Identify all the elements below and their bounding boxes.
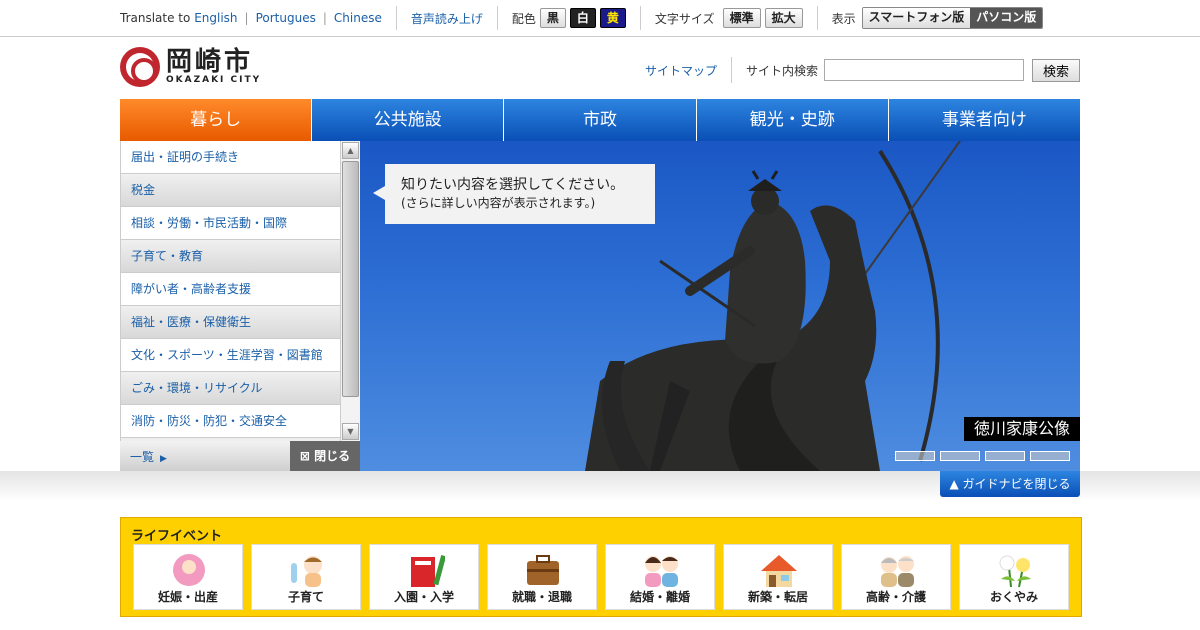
couple-icon: [645, 556, 678, 587]
guide-nav-close-button[interactable]: ▲ ガイドナビを閉じる: [940, 471, 1080, 497]
guide-balloon: 知りたい内容を選択してください。 (さらに詳しい内容が表示されます。): [373, 164, 655, 224]
utility-bar: Translate to English | Portugues | Chine…: [0, 0, 1200, 37]
font-large-button[interactable]: 拡大: [764, 8, 803, 28]
category-item[interactable]: 障がい者・高齢者支援: [121, 273, 340, 306]
slide-dot[interactable]: [985, 451, 1025, 461]
color-label: 配色: [511, 11, 536, 26]
category-item[interactable]: ごみ・環境・リサイクル: [121, 372, 340, 405]
category-item[interactable]: 消防・防災・防犯・交通安全: [121, 405, 340, 438]
nav-business[interactable]: 事業者向け: [888, 99, 1081, 141]
category-item[interactable]: 子育て・教育: [121, 240, 340, 273]
life-event-label: おくやみ: [989, 590, 1038, 604]
site-logo[interactable]: 岡崎市 OKAZAKI CITY: [120, 47, 261, 87]
category-item[interactable]: 福祉・医療・保健衛生: [121, 306, 340, 339]
slide-dot[interactable]: [940, 451, 980, 461]
briefcase-icon: [527, 555, 559, 585]
color-yellow-button[interactable]: 黄: [599, 8, 626, 28]
play-icon: ▶: [160, 454, 167, 464]
logo-en: OKAZAKI CITY: [166, 75, 262, 85]
display-label: 表示: [831, 11, 856, 26]
nav-city-government[interactable]: 市政: [504, 99, 697, 141]
life-event-1[interactable]: 妊娠・出産: [133, 544, 243, 610]
translate-portugues-link[interactable]: Portugues: [256, 11, 316, 25]
slide-indicators: [895, 451, 1070, 461]
life-events-title: ライフイベント: [131, 529, 223, 544]
life-event-2[interactable]: 子育て: [251, 544, 361, 610]
slide-dot[interactable]: [1030, 451, 1070, 461]
nav-living[interactable]: 暮らし: [120, 99, 313, 141]
translate-links: Translate to English | Portugues | Chine…: [120, 11, 382, 25]
life-event-8[interactable]: おくやみ: [959, 544, 1069, 610]
balloon-text-2: (さらに詳しい内容が表示されます。): [401, 196, 596, 210]
search-label: サイト内検索: [745, 63, 818, 78]
life-event-cards: 妊娠・出産 子育て 入園・入学 就職・退職 結婚・離婚 新築・転居 高齢・介護 おくやみ: [133, 544, 1069, 610]
life-event-label: 高齢・介護: [865, 590, 926, 604]
font-size-label: 文字サイズ: [654, 11, 715, 26]
display-toggle: スマートフォン版 パソコン版: [861, 7, 1044, 29]
life-event-label: 就職・退職: [511, 590, 572, 604]
translate-prefix: Translate to: [120, 11, 191, 25]
scroll-thumb[interactable]: [342, 161, 359, 397]
category-item[interactable]: 税金: [121, 174, 340, 207]
search-input[interactable]: [823, 59, 1024, 81]
city-seal-icon: [120, 47, 160, 87]
all-list-link[interactable]: 一覧 ▶: [130, 448, 167, 465]
color-black-button[interactable]: 黒: [539, 8, 566, 28]
life-event-label: 妊娠・出産: [157, 590, 218, 604]
close-panel-button[interactable]: ⊠ 閉じる: [290, 441, 360, 471]
life-event-label: 結婚・離婚: [629, 590, 690, 604]
color-white-button[interactable]: 白: [569, 8, 596, 28]
category-scrollbar[interactable]: ▲ ▼: [340, 141, 360, 441]
life-events-panel: ライフイベント 妊娠・出産 子育て 入園・入学 就職・退職 結婚・離婚 新築・転居 高齢・介…: [120, 517, 1082, 617]
display-pc-button[interactable]: パソコン版: [970, 8, 1043, 28]
logo-jp: 岡崎市: [166, 47, 254, 77]
translate-english-link[interactable]: English: [194, 11, 237, 25]
life-event-4[interactable]: 就職・退職: [487, 544, 597, 610]
nav-tourism[interactable]: 観光・史跡: [696, 99, 889, 141]
site-header: 岡崎市 OKAZAKI CITY サイトマップ サイト内検索 検索: [120, 37, 1080, 99]
scroll-up-icon[interactable]: ▲: [342, 142, 359, 159]
translate-chinese-link[interactable]: Chinese: [334, 11, 382, 25]
baby-icon: [173, 554, 205, 586]
category-item[interactable]: 文化・スポーツ・生涯学習・図書館: [121, 339, 340, 372]
read-aloud-link[interactable]: 音声読み上げ: [411, 10, 483, 27]
slide-caption: 徳川家康公像: [963, 417, 1080, 441]
search-button[interactable]: 検索: [1031, 58, 1080, 82]
elderly-icon: [881, 556, 914, 587]
life-event-label: 新築・転居: [747, 590, 808, 604]
category-list: 届出・証明の手続き 税金 相談・労働・市民活動・国際 子育て・教育 障がい者・高齢者支援…: [120, 141, 340, 441]
nav-public-facilities[interactable]: 公共施設: [312, 99, 505, 141]
category-item[interactable]: 届出・証明の手続き: [121, 141, 340, 174]
balloon-text-1: 知りたい内容を選択してください。: [401, 177, 625, 193]
flowers-icon: [999, 555, 1031, 588]
life-event-label: 子育て: [287, 590, 324, 604]
category-item[interactable]: 相談・労働・市民活動・国際: [121, 207, 340, 240]
close-box-icon: ⊠: [299, 449, 310, 463]
display-smartphone-button[interactable]: スマートフォン版: [862, 8, 971, 28]
slide-dot[interactable]: [895, 451, 935, 461]
life-event-5[interactable]: 結婚・離婚: [605, 544, 715, 610]
life-event-label: 入園・入学: [393, 590, 454, 604]
scroll-down-icon[interactable]: ▼: [342, 423, 359, 440]
font-standard-button[interactable]: 標準: [722, 8, 761, 28]
life-event-7[interactable]: 高齢・介護: [841, 544, 951, 610]
life-event-3[interactable]: 入園・入学: [369, 544, 479, 610]
textbook-icon: [411, 555, 445, 587]
sitemap-link[interactable]: サイトマップ: [645, 62, 717, 79]
guide-nav-panel: 届出・証明の手続き 税金 相談・労働・市民活動・国際 子育て・教育 障がい者・高齢者支援…: [120, 141, 360, 471]
hero-slideshow[interactable]: 知りたい内容を選択してください。 (さらに詳しい内容が表示されます。) 徳川家康…: [360, 141, 1080, 471]
global-nav: 暮らし 公共施設 市政 観光・史跡 事業者向け: [120, 99, 1081, 141]
arrow-up-icon: ▲: [949, 477, 959, 491]
life-event-6[interactable]: 新築・転居: [723, 544, 833, 610]
house-icon: [761, 555, 797, 587]
guide-nav-footer: 一覧 ▶ ⊠ 閉じる: [120, 441, 360, 471]
children-icon: [291, 556, 322, 587]
